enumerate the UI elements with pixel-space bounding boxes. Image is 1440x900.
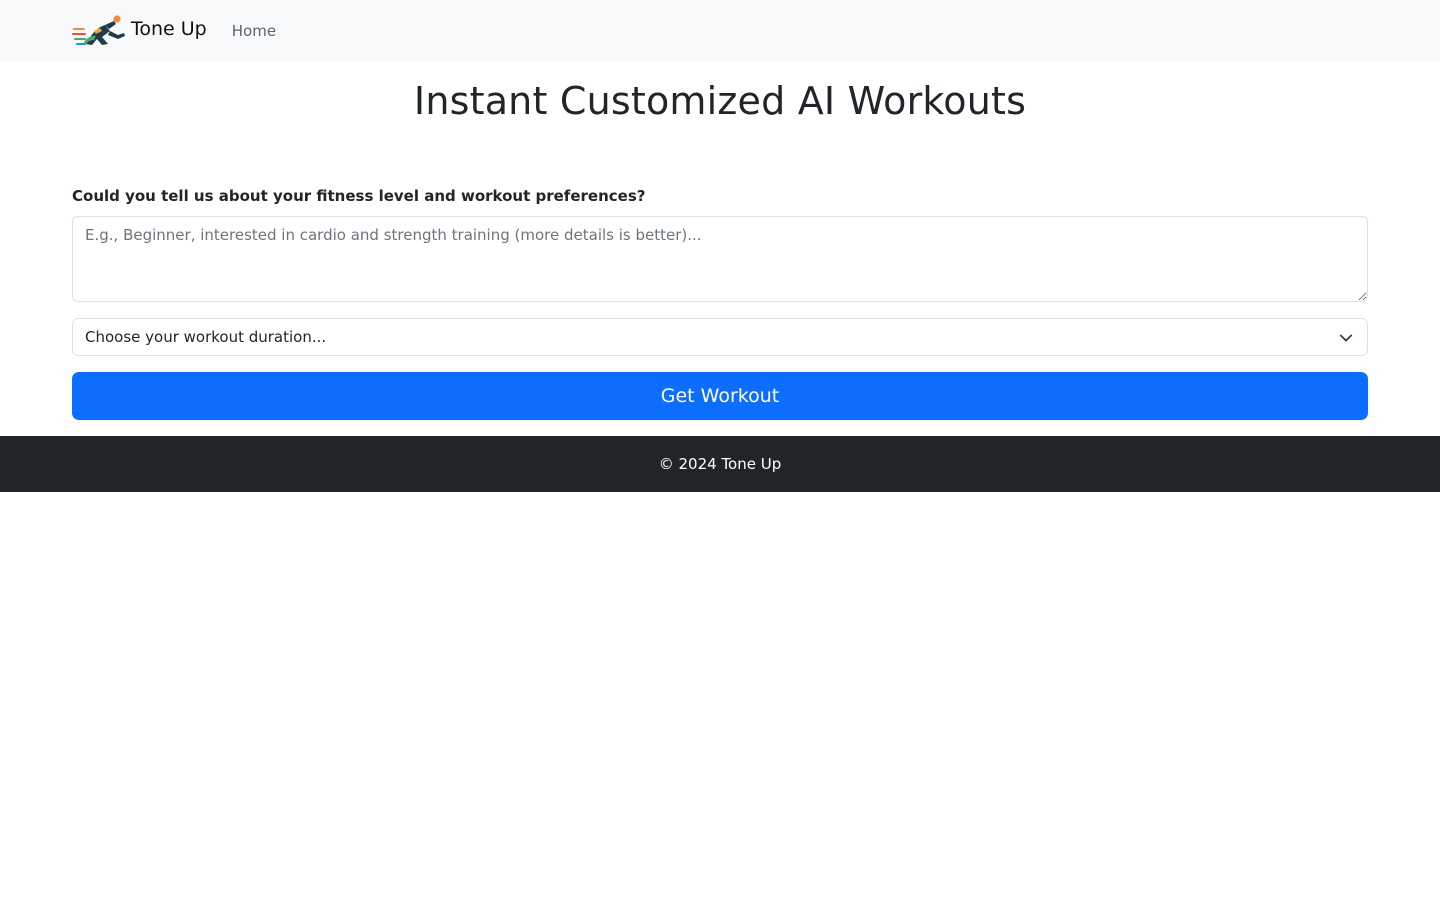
main-content: Instant Customized AI Workouts Could you…	[0, 61, 1440, 420]
chevron-down-icon	[1339, 334, 1353, 342]
workout-duration-select[interactable]: Choose your workout duration...	[72, 318, 1368, 356]
brand-name: Tone Up	[131, 18, 207, 40]
fitness-question-label: Could you tell us about your fitness lev…	[72, 187, 646, 205]
workout-form: Could you tell us about your fitness lev…	[72, 187, 1368, 420]
footer: © 2024 Tone Up	[0, 436, 1440, 492]
brand-link[interactable]: Tone Up	[72, 14, 207, 47]
nav-link-home[interactable]: Home	[232, 22, 276, 40]
get-workout-button[interactable]: Get Workout	[72, 372, 1368, 420]
navbar: Tone Up Home	[0, 0, 1440, 61]
footer-copyright: © 2024 Tone Up	[658, 455, 782, 473]
duration-selected-value: Choose your workout duration...	[85, 328, 327, 346]
fitness-preferences-textarea[interactable]	[72, 216, 1368, 302]
page-title: Instant Customized AI Workouts	[413, 79, 1027, 123]
runner-logo-icon	[72, 15, 125, 45]
